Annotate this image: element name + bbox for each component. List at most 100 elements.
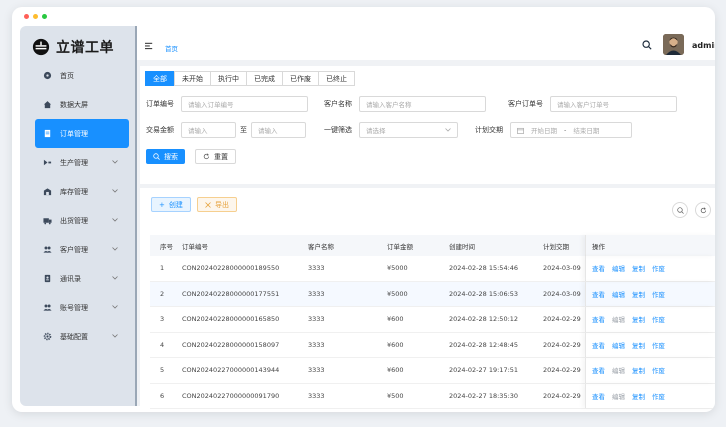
view-link[interactable]: 查看 [592,391,605,401]
customer-order-placeholder: 请输入客户订单号 [557,101,609,109]
column-header: 创建时间 [449,242,475,251]
brand-name: 立谱工单 [56,40,114,56]
sidebar-item[interactable]: 账号管理 [35,293,129,322]
copy-link[interactable]: 复制 [632,391,645,401]
table-row[interactable]: 2 CON20240228000000177551 3333 ¥5000 2024-02… [150,281,715,307]
date-end-placeholder: 结束日期 [573,127,600,135]
delivery-date-range[interactable]: 开始日期 - 结束日期 [510,122,632,138]
delivery-label: 计划交期 [475,126,503,134]
table-row[interactable]: 5 CON20240227000000143944 3333 ¥600 2024-02-… [150,358,715,384]
void-link[interactable]: 作废 [652,263,665,273]
create-button-label: 创建 [168,200,183,209]
chevron-down-icon [112,333,120,340]
view-link[interactable]: 查看 [592,340,605,350]
export-button[interactable]: 导出 [197,197,237,212]
calendar-icon [517,127,524,134]
warehouse-icon [43,187,52,196]
sidebar-item[interactable]: 生产管理 [35,148,129,177]
export-button-label: 导出 [215,200,229,209]
column-header: 订单金额 [387,242,413,251]
home-icon [43,100,52,109]
edit-link[interactable]: 编辑 [612,340,625,350]
row-actions: 查看 编辑 复制 作废 [585,383,715,408]
view-link[interactable]: 查看 [592,365,605,375]
copy-link[interactable]: 复制 [632,340,645,350]
view-link[interactable]: 查看 [592,314,605,324]
row-delivery-date: 2024-03-09 [543,289,581,298]
order-no-label: 订单编号 [146,100,174,108]
reset-button[interactable]: 重置 [195,149,236,164]
table-refresh-button[interactable] [695,202,711,218]
create-button[interactable]: + 创建 [151,197,191,212]
sidebar-item[interactable]: 库存管理 [35,177,129,206]
amount-min-input[interactable]: 请输入 [181,122,236,138]
void-link[interactable]: 作废 [652,289,665,299]
status-tab[interactable]: 全部 [145,71,175,86]
copy-link[interactable]: 复制 [632,263,645,273]
row-amount: ¥600 [387,315,404,324]
search-icon[interactable] [642,40,652,50]
menu-toggle-icon[interactable] [145,42,153,50]
table-row[interactable]: 6 CON20240227000000091790 3333 ¥500 2024-02-… [150,383,715,409]
customer-order-label: 客户订单号 [508,100,543,108]
view-link[interactable]: 查看 [592,263,605,273]
filter-panel: 全部 未开始 执行中 已完成 已作废 已终止 订单编号 请输入订单编号 客户名称 请输入客… [140,66,715,184]
sidebar-item[interactable]: 基础配置 [35,322,129,351]
table-search-button[interactable] [672,202,688,218]
sidebar-item[interactable]: 客户管理 [35,235,129,264]
sidebar-item-label: 首页 [60,71,74,80]
row-created-at: 2024-02-28 12:50:12 [449,315,519,324]
table-row[interactable]: 1 CON20240228000000189550 3333 ¥5000 2024-02… [150,256,715,282]
refresh-icon [700,206,706,213]
sidebar-item[interactable]: 首页 [35,61,129,90]
column-header: 客户名称 [308,242,334,251]
brand[interactable]: 立谱工单 [32,37,114,57]
status-tab[interactable]: 执行中 [210,71,247,86]
status-tab[interactable]: 未开始 [174,71,211,86]
chevron-down-icon [112,188,120,195]
edit-link[interactable]: 编辑 [612,289,625,299]
maximize-dot[interactable] [42,14,47,19]
edit-link: 编辑 [612,392,625,401]
breadcrumb[interactable]: 首页 [165,43,178,53]
void-link[interactable]: 作废 [652,365,665,375]
quick-filter-select[interactable]: 请选择 [359,122,458,138]
void-link[interactable]: 作废 [652,340,665,350]
copy-link[interactable]: 复制 [632,314,645,324]
customer-input[interactable]: 请输入客户名称 [359,96,486,112]
void-link[interactable]: 作废 [652,314,665,324]
sidebar-item[interactable]: 数据大屏 [35,90,129,119]
quick-filter-placeholder: 请选择 [366,127,386,135]
sidebar-item-label: 库存管理 [60,187,88,196]
amount-min-placeholder: 请输入 [188,127,208,135]
amount-max-input[interactable]: 请输入 [251,122,306,138]
sidebar-item[interactable]: 通讯录 [35,264,129,293]
close-dot[interactable] [24,14,29,19]
edit-link[interactable]: 编辑 [612,263,625,273]
search-button[interactable]: 搜索 [146,149,185,164]
status-tab[interactable]: 已终止 [318,71,355,86]
row-created-at: 2024-02-27 18:35:30 [449,391,519,400]
copy-link[interactable]: 复制 [632,365,645,375]
status-tab[interactable]: 已完成 [246,71,283,86]
orders-table: 序号 订单编号 客户名称 订单金额 创建时间 计划交期 操作 1 CON20240228000… [150,235,715,409]
table-row[interactable]: 3 CON20240228000000165850 3333 ¥600 2024-02-… [150,307,715,333]
username[interactable]: admin [692,41,715,50]
customer-order-input[interactable]: 请输入客户订单号 [550,96,677,112]
row-created-at: 2024-02-27 19:17:51 [449,366,519,375]
row-index: 1 [160,264,165,273]
minimize-dot[interactable] [33,14,38,19]
avatar[interactable] [663,34,684,55]
sidebar-item-label: 客户管理 [60,245,88,254]
status-tab[interactable]: 已作废 [282,71,319,86]
table-row[interactable]: 4 CON20240228000000158097 3333 ¥600 2024-02-… [150,332,715,358]
table-body: 1 CON20240228000000189550 3333 ¥5000 2024-02… [150,256,715,409]
view-link[interactable]: 查看 [592,289,605,299]
order-no-input[interactable]: 请输入订单编号 [181,96,308,112]
void-link[interactable]: 作废 [652,391,665,401]
refresh-icon [203,153,210,160]
plus-icon: + [159,200,165,209]
sidebar-item[interactable]: 出货管理 [35,206,129,235]
copy-link[interactable]: 复制 [632,289,645,299]
sidebar-item[interactable]: 订单管理 [35,119,129,148]
